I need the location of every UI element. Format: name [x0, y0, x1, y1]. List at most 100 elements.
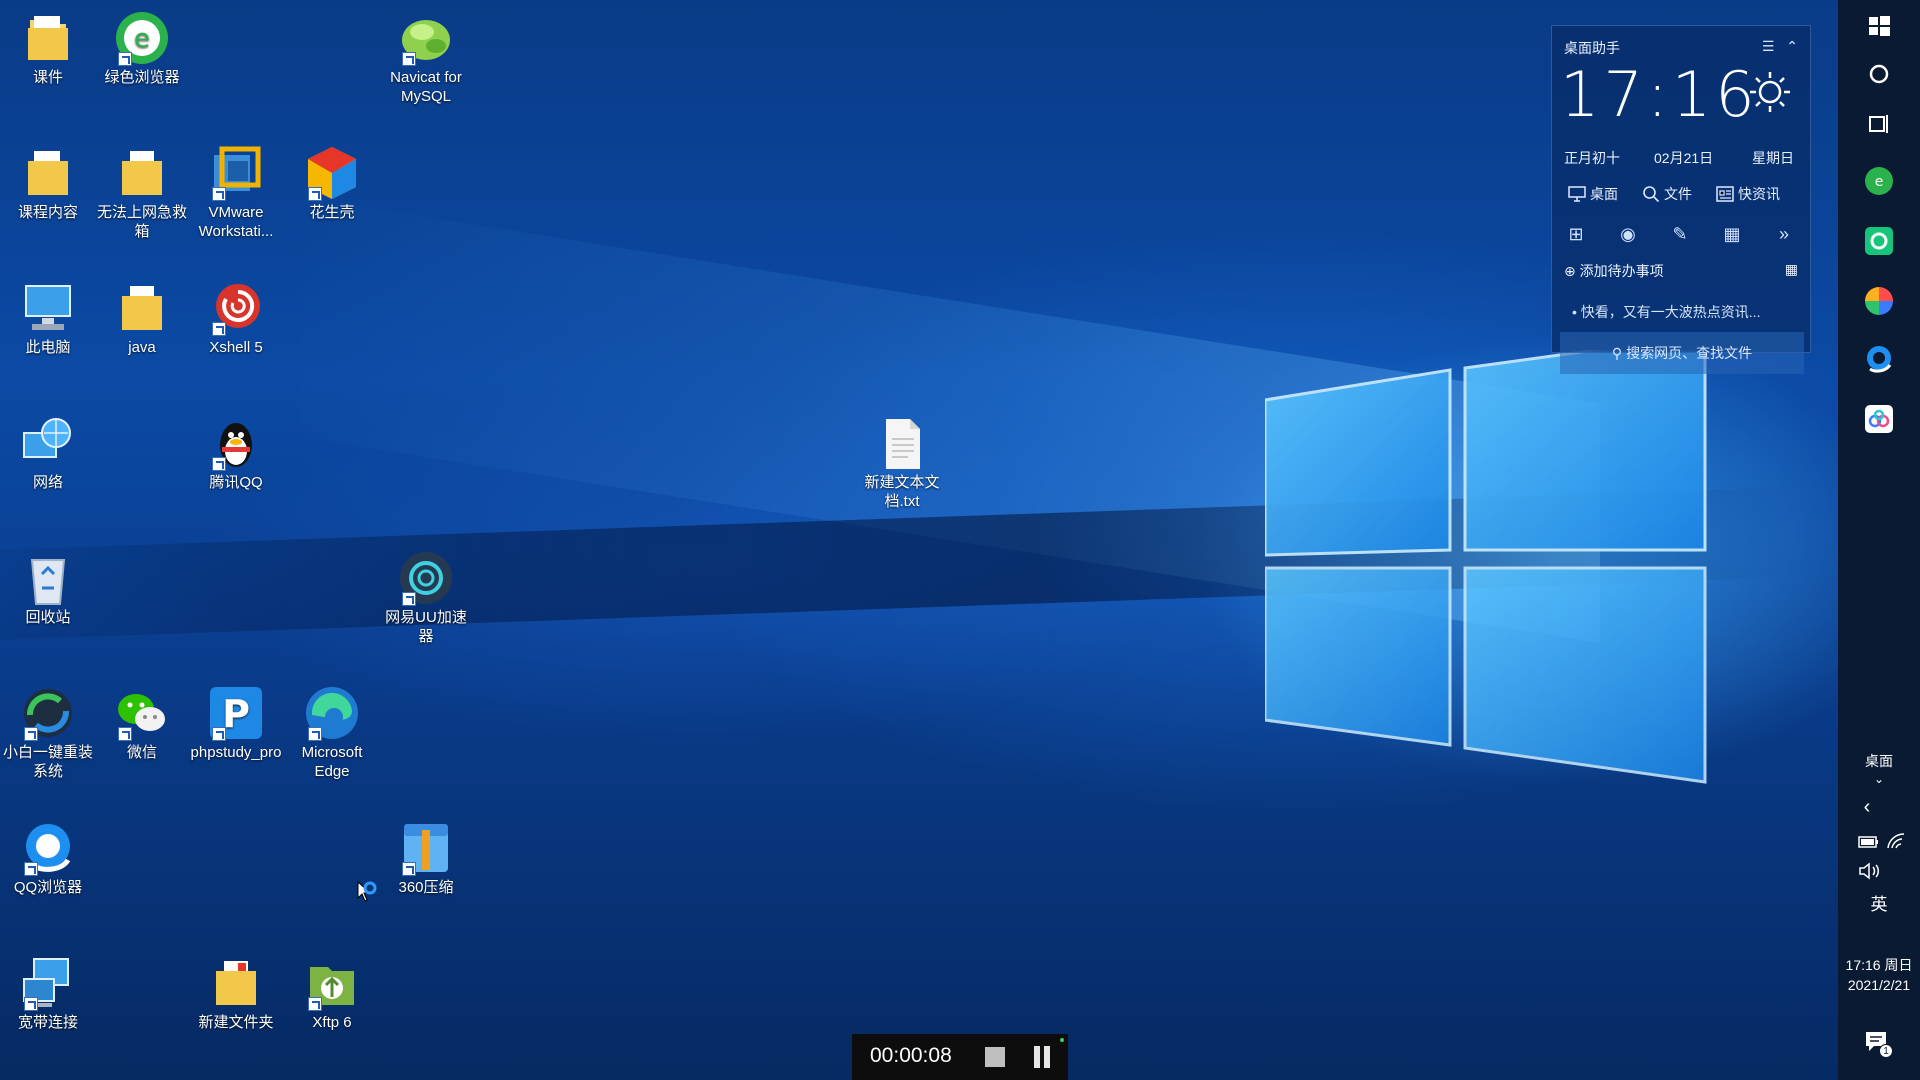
- recording-status-dot: [1060, 1038, 1064, 1042]
- desktop-icon-phpstudy[interactable]: P phpstudy_pro: [190, 685, 282, 762]
- menu-icon[interactable]: ☰: [1762, 38, 1775, 54]
- desktop-icon-course-content[interactable]: 课程内容: [2, 145, 94, 222]
- folder-icon: [114, 280, 170, 336]
- task-view-button[interactable]: [1855, 104, 1903, 144]
- xiaobai-reinstall-icon: [20, 685, 76, 741]
- desktop-icon-new-text-document[interactable]: 新建文本文档.txt: [856, 415, 948, 511]
- wechat-icon: [114, 685, 170, 741]
- icon-label: 网络: [32, 474, 63, 491]
- edit-note-icon[interactable]: ✎: [1668, 222, 1692, 246]
- shortcut-arrow-icon: [24, 862, 38, 876]
- qq-browser-icon: [20, 820, 76, 876]
- folder-icon: [20, 145, 76, 201]
- bullet-icon: •: [1572, 304, 1577, 320]
- cortana-button[interactable]: [1855, 54, 1903, 94]
- icon-label: 课件: [32, 69, 63, 86]
- icon-label: Xshell 5: [209, 339, 263, 356]
- svg-text:P: P: [222, 692, 250, 736]
- desktop-icon-wechat[interactable]: 微信: [96, 685, 188, 762]
- taskbar-recorder[interactable]: [1855, 222, 1903, 262]
- taskbar-clock-time[interactable]: 17:16 周日: [1838, 956, 1920, 974]
- desktop-icon-navicat[interactable]: Navicat for MySQL: [380, 10, 472, 106]
- tab-label: 桌面: [1590, 186, 1618, 202]
- recording-elapsed-time: 00:00:08: [870, 1044, 952, 1067]
- shortcut-arrow-icon: [118, 727, 132, 741]
- desktop-icon-java[interactable]: java: [96, 280, 188, 357]
- collapse-icon[interactable]: ⌃: [1786, 38, 1798, 54]
- icon-label: 花生壳: [309, 204, 355, 221]
- qq-browser-icon: [1867, 346, 1892, 373]
- taskbar-qq-browser[interactable]: [1855, 340, 1903, 380]
- desktop-icon-xftp[interactable]: Xftp 6: [286, 955, 378, 1032]
- desktop-icon-network[interactable]: 网络: [2, 415, 94, 492]
- tab-files[interactable]: 文件: [1642, 184, 1692, 204]
- text-file-icon: [874, 415, 930, 471]
- search-placeholder: 搜索网页、查找文件: [1626, 345, 1753, 361]
- tab-label: 快资讯: [1738, 186, 1780, 202]
- crop-icon[interactable]: ⊞: [1564, 222, 1588, 246]
- desktop-icon-qq-browser[interactable]: QQ浏览器: [2, 820, 94, 897]
- desktop-icon-new-folder[interactable]: 新建文件夹: [190, 955, 282, 1032]
- desktop-icon-kejian[interactable]: 课件: [2, 10, 94, 87]
- shortcut-arrow-icon: [212, 457, 226, 471]
- widget-title: 桌面助手: [1564, 40, 1620, 56]
- stop-recording-button[interactable]: [985, 1047, 1005, 1067]
- taskbar-baidu-netdisk[interactable]: [1855, 400, 1903, 440]
- desktop-icon-network-rescue[interactable]: 无法上网急救箱: [96, 145, 188, 241]
- desktop-icon-green-browser[interactable]: e 绿色浏览器: [96, 10, 188, 87]
- desktop-icon-tencent-qq[interactable]: 腾讯QQ: [190, 415, 282, 492]
- desktop-icon-this-pc[interactable]: 此电脑: [2, 280, 94, 357]
- desktop-icon-peanut-shell[interactable]: 花生壳: [286, 145, 378, 222]
- desktop-toolbar-label[interactable]: 桌面: [1838, 752, 1920, 770]
- cortana-circle-icon: [1869, 64, 1889, 84]
- icon-label: 绿色浏览器: [104, 69, 180, 86]
- volume-icon[interactable]: [1858, 862, 1882, 880]
- monitor-icon: [1568, 186, 1586, 202]
- svg-text:e: e: [134, 24, 150, 54]
- start-button[interactable]: [1855, 6, 1903, 46]
- sun-weather-icon: [1750, 72, 1790, 112]
- desktop-icon-xiaobai-reinstall[interactable]: 小白一键重装系统: [2, 685, 94, 781]
- icon-label: 课程内容: [17, 204, 78, 221]
- calculator-icon[interactable]: ▦: [1720, 222, 1744, 246]
- qq-icon: [208, 415, 264, 471]
- wifi-icon[interactable]: [1886, 832, 1906, 850]
- news-icon: [1716, 186, 1734, 202]
- battery-icon[interactable]: [1858, 834, 1880, 850]
- screen-recorder-icon: [1865, 227, 1893, 255]
- desktop-icon-recycle-bin[interactable]: 回收站: [2, 550, 94, 627]
- expand-down-icon[interactable]: ⌄: [1838, 770, 1920, 788]
- icon-label: 新建文件夹: [198, 1014, 274, 1031]
- news-item[interactable]: • 快看，又有一大波热点资讯...: [1572, 302, 1798, 322]
- desktop-icon-vmware[interactable]: VMware Workstati...: [190, 145, 282, 241]
- eye-icon[interactable]: ◉: [1616, 222, 1640, 246]
- todo-row[interactable]: ⊕ 添加待办事项 ▦: [1564, 261, 1798, 283]
- desktop-icon-microsoft-edge[interactable]: Microsoft Edge: [286, 685, 378, 781]
- taskbar-colorful-app[interactable]: [1855, 282, 1903, 322]
- desktop-icon-broadband[interactable]: 宽带连接: [2, 955, 94, 1032]
- qr-code-icon[interactable]: ▦: [1785, 261, 1798, 278]
- action-center-button[interactable]: 1: [1864, 1030, 1894, 1060]
- icon-label: VMware Workstati...: [198, 204, 274, 240]
- widget-search-box[interactable]: ⚲ 搜索网页、查找文件: [1560, 332, 1804, 374]
- taskbar-green-browser[interactable]: e: [1855, 162, 1903, 202]
- icon-label: 腾讯QQ: [209, 474, 263, 491]
- desktop-icon-uu-accelerator[interactable]: 网易UU加速器: [380, 550, 472, 646]
- pause-recording-button[interactable]: [1032, 1046, 1052, 1068]
- shortcut-arrow-icon: [402, 592, 416, 606]
- folder-icon: [114, 145, 170, 201]
- more-arrows-icon[interactable]: »: [1772, 222, 1796, 246]
- mouse-cursor-icon: [357, 880, 377, 902]
- show-hidden-icons-chevron-icon[interactable]: ‹: [1826, 797, 1908, 817]
- desktop-icon-xshell[interactable]: Xshell 5: [190, 280, 282, 357]
- desktop-assistant-widget: 桌面助手 ☰ ⌃ 17:16 正月初十 02月21日 星期日 桌面 文件 快资讯…: [1551, 25, 1811, 374]
- taskbar-clock-date[interactable]: 2021/2/21: [1838, 976, 1920, 994]
- notification-count-badge: 1: [1879, 1044, 1893, 1058]
- tab-quick-news[interactable]: 快资讯: [1716, 184, 1780, 204]
- tab-desktop[interactable]: 桌面: [1568, 184, 1618, 204]
- input-method-indicator[interactable]: 英: [1838, 896, 1920, 914]
- uu-accelerator-icon: [398, 550, 454, 606]
- lunar-date: 正月初十: [1564, 150, 1620, 166]
- task-view-icon: [1869, 115, 1888, 133]
- shortcut-arrow-icon: [212, 322, 226, 336]
